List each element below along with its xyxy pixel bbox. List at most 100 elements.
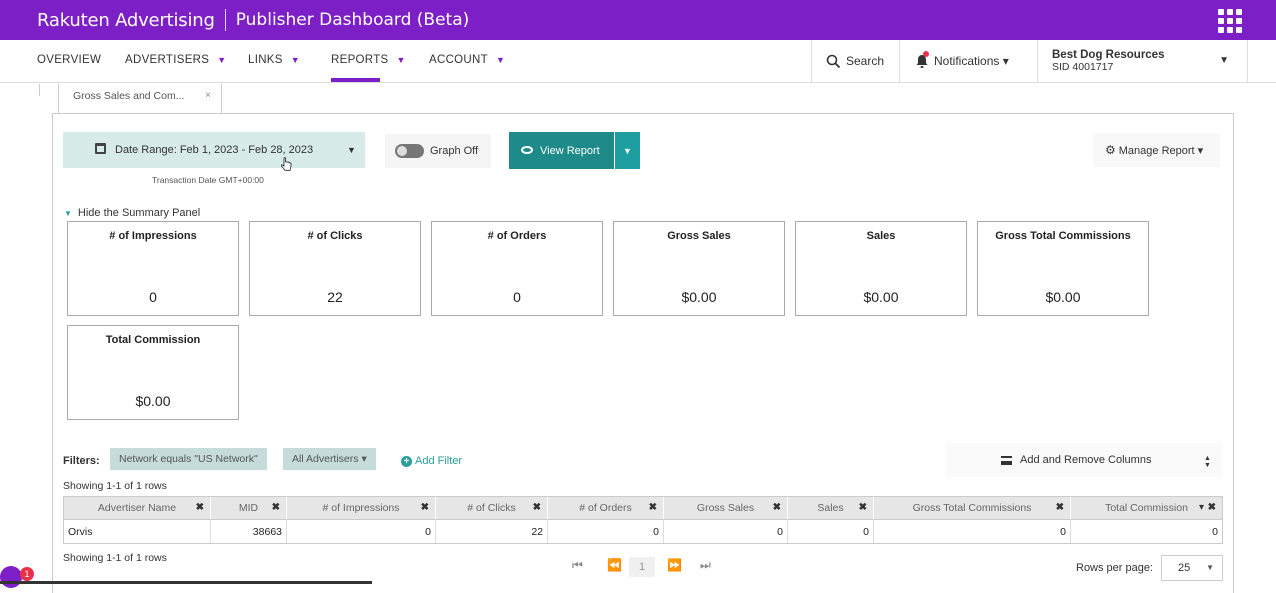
col-header-clicks[interactable]: # of Clicks ✖ xyxy=(436,497,548,519)
first-page-icon[interactable]: ⏮ xyxy=(572,558,583,573)
chevron-down-icon: ▼ xyxy=(217,55,227,65)
summary-card-impressions: # of Impressions 0 xyxy=(67,221,239,316)
cell-advertiser-name[interactable]: Orvis xyxy=(64,520,211,543)
list-icon xyxy=(1001,456,1012,465)
date-range-button[interactable]: Date Range: Feb 1, 2023 - Feb 28, 2023 xyxy=(63,132,365,168)
apps-grid-icon[interactable] xyxy=(1218,9,1242,33)
cell-impressions: 0 xyxy=(287,520,436,543)
card-value: $0.00 xyxy=(135,393,171,409)
cell-total-commission: 0 xyxy=(1212,525,1218,538)
account-switcher[interactable]: Best Dog Resources SID 4001717 ▼ xyxy=(1037,40,1248,82)
nav-active-indicator xyxy=(331,78,380,82)
notifications-label: Notifications ▾ xyxy=(934,54,1009,68)
filter-chip-label: All Advertisers ▾ xyxy=(292,453,367,465)
next-page-icon[interactable]: ⏩ xyxy=(667,558,682,572)
col-header-label: Advertiser Name xyxy=(97,502,177,514)
close-icon[interactable]: ✖ xyxy=(649,502,657,513)
search-button[interactable]: Search xyxy=(811,40,900,82)
add-filter-link[interactable]: + Add Filter xyxy=(401,455,462,467)
col-header-mid[interactable]: MID ✖ xyxy=(211,497,287,519)
top-bar: Rakuten Advertising Publisher Dashboard … xyxy=(0,0,1276,40)
chat-badge: 1 xyxy=(20,567,34,581)
eye-icon xyxy=(521,146,533,154)
columns-button-label: Add and Remove Columns xyxy=(1020,454,1152,466)
cell-mid: 38663 xyxy=(211,520,287,543)
close-icon[interactable]: ✖ xyxy=(1056,502,1064,513)
search-icon xyxy=(826,54,841,68)
report-tab-label: Gross Sales and Com... xyxy=(73,90,185,102)
col-header-orders[interactable]: # of Orders ✖ xyxy=(548,497,664,519)
search-label: Search xyxy=(846,54,885,68)
card-title: # of Clicks xyxy=(307,230,363,242)
nav-overview[interactable]: OVERVIEW xyxy=(37,54,101,66)
table-row[interactable]: Orvis 38663 0 22 0 0 0 0 0 xyxy=(63,520,1223,544)
chevron-down-icon: ▼ xyxy=(396,55,406,65)
view-report-label: View Report xyxy=(540,144,600,157)
cell-sales: 0 xyxy=(788,520,874,543)
nav-advertisers[interactable]: ADVERTISERS ▼ xyxy=(125,54,226,66)
close-icon[interactable]: ✖ xyxy=(773,502,781,513)
close-icon[interactable]: × xyxy=(205,90,211,101)
brand-logo[interactable]: Rakuten Advertising xyxy=(37,10,215,31)
chevron-down-icon: ▼ xyxy=(623,145,632,156)
table-header: Advertiser Name ✖ MID ✖ # of Impressions ✖ … xyxy=(63,496,1223,520)
add-filter-label: Add Filter xyxy=(415,455,463,467)
notifications-button[interactable]: Notifications ▾ xyxy=(899,40,1038,82)
summary-card-gross-total-commissions: Gross Total Commissions $0.00 xyxy=(977,221,1149,316)
close-icon[interactable]: ✖ xyxy=(196,502,204,513)
rows-per-page-select[interactable]: 25 ▼ xyxy=(1161,555,1223,581)
col-header-total-commission[interactable]: Total Commission ▾ ✖ xyxy=(1071,497,1222,519)
card-value: $0.00 xyxy=(1045,289,1081,305)
nav-links[interactable]: LINKS ▼ xyxy=(248,54,300,66)
close-icon[interactable]: ✖ xyxy=(533,502,541,513)
graph-toggle-label: Graph Off xyxy=(430,145,479,157)
gear-icon: ⚙ xyxy=(1105,143,1116,157)
timezone-note: Transaction Date GMT+00:00 xyxy=(152,175,264,185)
close-icon[interactable]: ✖ xyxy=(272,502,280,513)
close-icon[interactable]: ✖ xyxy=(421,502,429,513)
col-header-label: # of Clicks xyxy=(467,502,516,514)
nav-account[interactable]: ACCOUNT ▼ xyxy=(429,54,505,66)
rows-per-page-label: Rows per page: xyxy=(1076,562,1154,574)
chat-bubble-icon[interactable] xyxy=(0,566,22,588)
col-header-gross-sales[interactable]: Gross Sales ✖ xyxy=(664,497,788,519)
close-icon[interactable]: ✖ xyxy=(1208,502,1216,513)
nav-advertisers-label: ADVERTISERS xyxy=(125,54,210,66)
filters-label: Filters: xyxy=(63,455,100,467)
view-report-dropdown[interactable]: ▼ xyxy=(615,132,640,169)
col-header-impressions[interactable]: # of Impressions ✖ xyxy=(287,497,436,519)
prev-page-icon[interactable]: ⏪ xyxy=(607,558,622,572)
chevron-down-icon: ▼ xyxy=(347,145,356,155)
filter-chip-network[interactable]: Network equals "US Network" xyxy=(110,448,267,470)
summary-card-gross-sales: Gross Sales $0.00 xyxy=(613,221,785,316)
manage-report-button[interactable]: ⚙ Manage Report ▾ xyxy=(1093,133,1220,167)
panel-edge xyxy=(39,84,40,96)
close-icon[interactable]: ✖ xyxy=(859,502,867,513)
cell-gross-sales: 0 xyxy=(664,520,788,543)
add-remove-columns-button[interactable]: Add and Remove Columns xyxy=(946,443,1222,477)
notification-dot xyxy=(923,51,929,57)
caret-down-icon: ▼ xyxy=(64,209,72,218)
cell-orders: 0 xyxy=(548,520,664,543)
filter-chip-advertisers[interactable]: All Advertisers ▾ xyxy=(283,448,376,470)
col-header-sales[interactable]: Sales ✖ xyxy=(788,497,874,519)
col-header-gross-total-commissions[interactable]: Gross Total Commissions ✖ xyxy=(874,497,1071,519)
chevron-down-icon: ▼ xyxy=(1206,563,1214,572)
summary-toggle-label: Hide the Summary Panel xyxy=(77,207,201,219)
card-title: # of Orders xyxy=(487,230,547,242)
last-page-icon[interactable]: ⏭ xyxy=(700,558,711,573)
summary-card-sales: Sales $0.00 xyxy=(795,221,967,316)
card-title: Total Commission xyxy=(105,334,201,346)
account-sid: SID 4001717 xyxy=(1052,61,1114,73)
report-tab[interactable]: Gross Sales and Com... × xyxy=(58,84,222,114)
graph-toggle[interactable]: Graph Off xyxy=(385,134,491,168)
col-header-label: Sales xyxy=(817,502,844,514)
nav-reports[interactable]: REPORTS ▼ xyxy=(331,54,406,66)
summary-panel-toggle[interactable]: ▼ Hide the Summary Panel xyxy=(64,207,200,219)
sort-desc-icon[interactable]: ▾ xyxy=(1199,502,1204,513)
toggle-switch[interactable] xyxy=(395,144,424,158)
report-table: Advertiser Name ✖ MID ✖ # of Impressions ✖ … xyxy=(63,496,1223,544)
col-header-advertiser-name[interactable]: Advertiser Name ✖ xyxy=(64,497,211,519)
hand-cursor-icon xyxy=(281,157,292,171)
page-number[interactable]: 1 xyxy=(629,557,655,577)
